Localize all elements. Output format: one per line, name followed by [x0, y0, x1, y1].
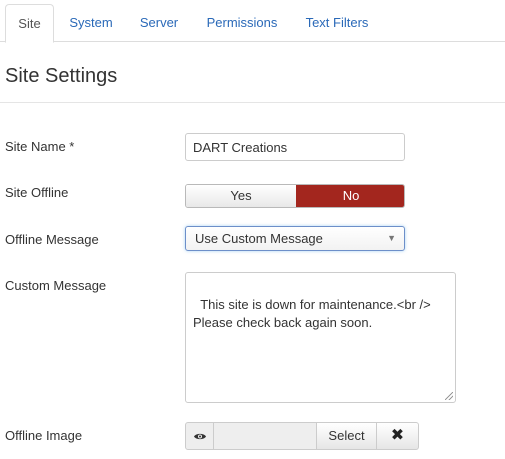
- section-title: Site Settings: [5, 65, 118, 87]
- site-offline-no-button[interactable]: No: [296, 185, 404, 207]
- offline-message-select[interactable]: Use Custom Message ▼: [185, 226, 405, 251]
- section-divider: [0, 102, 505, 103]
- tab-system[interactable]: System: [58, 4, 124, 42]
- tab-text-filters[interactable]: Text Filters: [296, 4, 378, 42]
- offline-message-label: Offline Message: [5, 232, 99, 247]
- offline-image-path: [213, 422, 317, 450]
- site-name-input[interactable]: [185, 133, 405, 161]
- custom-message-label: Custom Message: [5, 278, 107, 293]
- tab-server[interactable]: Server: [131, 4, 187, 42]
- site-offline-yes-button[interactable]: Yes: [186, 185, 296, 207]
- chevron-down-icon: ▼: [387, 233, 396, 243]
- offline-image-label: Offline Image: [5, 428, 83, 443]
- eye-icon[interactable]: [185, 422, 214, 450]
- site-name-label: Site Name *: [5, 139, 75, 154]
- close-icon[interactable]: ✖: [376, 422, 419, 450]
- custom-message-textarea[interactable]: This site is down for maintenance.<br />…: [185, 272, 456, 403]
- offline-image-field: Select ✖: [185, 422, 419, 450]
- tab-permissions[interactable]: Permissions: [196, 4, 288, 42]
- offline-message-value: Use Custom Message: [195, 231, 323, 246]
- custom-message-text: This site is down for maintenance.<br />…: [193, 297, 431, 330]
- site-offline-label: Site Offline: [5, 185, 69, 200]
- select-image-button[interactable]: Select: [316, 422, 377, 450]
- tab-site[interactable]: Site: [5, 4, 54, 43]
- site-offline-toggle: Yes No: [185, 184, 405, 208]
- tab-bar: Site System Server Permissions Text Filt…: [0, 0, 505, 43]
- resize-grip-icon[interactable]: [445, 392, 453, 400]
